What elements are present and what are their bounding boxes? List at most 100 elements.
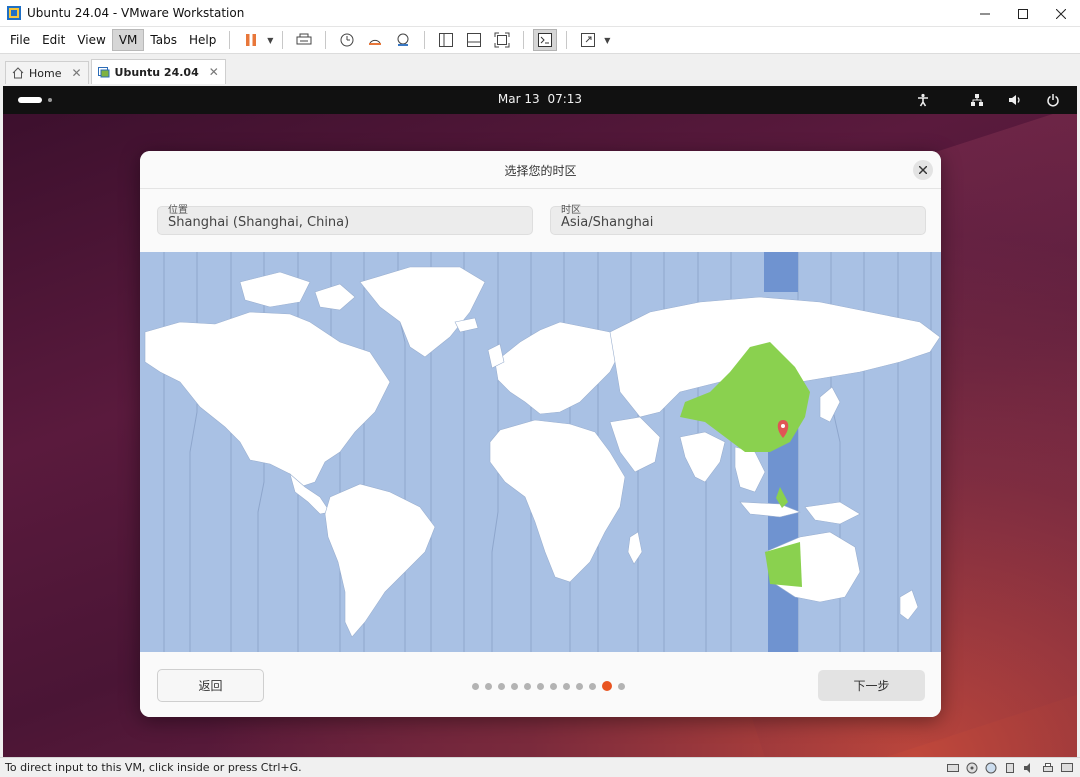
step-dot <box>511 682 518 690</box>
toolbar-separator <box>325 31 327 49</box>
sidebar-toggle-icon <box>439 33 454 47</box>
thumbnail-bar-icon <box>467 33 482 47</box>
clock-date: Mar 13 <box>497 92 540 106</box>
minimize-button[interactable] <box>966 0 1004 27</box>
send-ctrl-alt-del-button[interactable] <box>292 29 316 51</box>
gnome-top-bar: Mar 13 07:13 <box>3 86 1077 114</box>
take-snapshot-button[interactable] <box>335 29 359 51</box>
snapshot-icon <box>340 33 354 47</box>
display-icon[interactable] <box>1060 761 1074 774</box>
cd-dvd-icon[interactable] <box>965 761 979 774</box>
network-icon[interactable] <box>969 92 985 108</box>
title-bar: Ubuntu 24.04 - VMware Workstation <box>0 0 1080 27</box>
step-dot <box>550 682 557 690</box>
next-button[interactable]: 下一步 <box>818 670 925 701</box>
power-icon[interactable] <box>1045 92 1061 108</box>
dialog-header: 选择您的时区 <box>140 151 941 189</box>
menu-view[interactable]: View <box>71 29 111 51</box>
close-window-button[interactable] <box>1042 0 1080 27</box>
step-dot <box>537 682 544 690</box>
menu-tabs[interactable]: Tabs <box>144 29 183 51</box>
toolbar-separator <box>282 31 284 49</box>
menu-vm[interactable]: VM <box>111 29 145 51</box>
step-dot <box>472 682 479 690</box>
minimize-icon <box>980 13 990 14</box>
vmware-app-icon <box>7 6 21 20</box>
home-icon <box>12 67 24 79</box>
system-tray[interactable] <box>915 92 1061 108</box>
network-adapter-icon[interactable] <box>984 761 998 774</box>
dialog-footer: 返回 下一步 <box>140 652 941 717</box>
step-dot-current <box>602 681 612 691</box>
toolbar-separator <box>566 31 568 49</box>
step-dot <box>589 682 596 690</box>
device-status-icons <box>941 761 1074 774</box>
timezone-dialog: 选择您的时区 位置 Shanghai (Shanghai, China) 时区 … <box>140 151 941 717</box>
full-screen-button[interactable] <box>576 29 600 51</box>
menu-help[interactable]: Help <box>183 29 222 51</box>
close-icon <box>1056 8 1066 19</box>
step-dot <box>524 682 531 690</box>
status-message: To direct input to this VM, click inside… <box>5 761 302 774</box>
window-controls <box>966 0 1080 27</box>
pause-dropdown-caret[interactable]: ▼ <box>265 29 275 51</box>
dialog-title: 选择您的时区 <box>504 164 577 178</box>
thumbnail-bar-button[interactable] <box>462 29 486 51</box>
tab-ubuntu[interactable]: Ubuntu 24.04 ✕ <box>90 59 226 84</box>
tab-home[interactable]: Home ✕ <box>5 61 89 84</box>
location-label: 位置 <box>168 205 188 216</box>
fit-guest-button[interactable] <box>490 29 514 51</box>
pause-icon <box>246 34 257 46</box>
hard-disk-icon[interactable] <box>946 761 960 774</box>
printer-icon[interactable] <box>1041 761 1055 774</box>
fullscreen-dropdown-caret[interactable]: ▼ <box>602 29 612 51</box>
toolbar-separator <box>229 31 231 49</box>
pause-button[interactable] <box>239 29 263 51</box>
volume-icon[interactable] <box>1007 92 1023 108</box>
dialog-close-button[interactable] <box>913 160 933 180</box>
snapshot-manager-button[interactable] <box>391 29 415 51</box>
world-map <box>140 252 941 652</box>
timezone-map[interactable] <box>140 252 941 652</box>
tab-ubuntu-label: Ubuntu 24.04 <box>114 65 199 79</box>
tab-home-close-icon[interactable]: ✕ <box>71 66 81 80</box>
console-view-button[interactable] <box>533 29 558 51</box>
toolbar-separator <box>424 31 426 49</box>
step-dot <box>498 682 505 690</box>
step-dot <box>618 682 625 690</box>
menu-toolbar: File Edit View VM Tabs Help ▼ ▼ <box>0 27 1080 54</box>
window-title: Ubuntu 24.04 - VMware Workstation <box>27 6 245 20</box>
tab-home-label: Home <box>29 66 62 80</box>
revert-snapshot-button[interactable] <box>363 29 387 51</box>
location-input[interactable]: Shanghai (Shanghai, China) <box>168 215 349 230</box>
clock-time: 07:13 <box>547 92 583 106</box>
accessibility-icon[interactable] <box>915 92 931 108</box>
step-dot <box>485 682 492 690</box>
vm-icon <box>97 66 110 78</box>
vm-display[interactable]: Mar 13 07:13 选择您的时区 位置 Shanghai (Shangha… <box>3 86 1077 757</box>
console-view-icon <box>538 33 553 47</box>
send-ctrl-alt-del-icon <box>296 33 312 45</box>
maximize-button[interactable] <box>1004 0 1042 27</box>
timezone-field[interactable]: 时区 Asia/Shanghai <box>550 205 926 235</box>
toolbar-separator <box>523 31 525 49</box>
timezone-label: 时区 <box>561 205 581 216</box>
snapshot-manager-icon <box>397 33 409 46</box>
tab-ubuntu-close-icon[interactable]: ✕ <box>209 65 219 79</box>
tab-bar: Home ✕ Ubuntu 24.04 ✕ <box>0 55 1080 84</box>
status-bar: To direct input to this VM, click inside… <box>0 757 1080 777</box>
maximize-icon <box>1018 8 1028 19</box>
fullscreen-icon <box>581 33 596 47</box>
menu-file[interactable]: File <box>4 29 36 51</box>
step-dot <box>563 682 570 690</box>
revert-snapshot-icon <box>369 39 382 45</box>
timezone-input[interactable]: Asia/Shanghai <box>561 215 653 230</box>
show-library-button[interactable] <box>434 29 458 51</box>
usb-device-icon[interactable] <box>1003 761 1017 774</box>
location-field[interactable]: 位置 Shanghai (Shanghai, China) <box>157 205 533 235</box>
menu-edit[interactable]: Edit <box>36 29 71 51</box>
sound-card-icon[interactable] <box>1022 761 1036 774</box>
close-icon <box>919 166 927 174</box>
fit-guest-icon <box>494 32 510 48</box>
step-dot <box>576 682 583 690</box>
